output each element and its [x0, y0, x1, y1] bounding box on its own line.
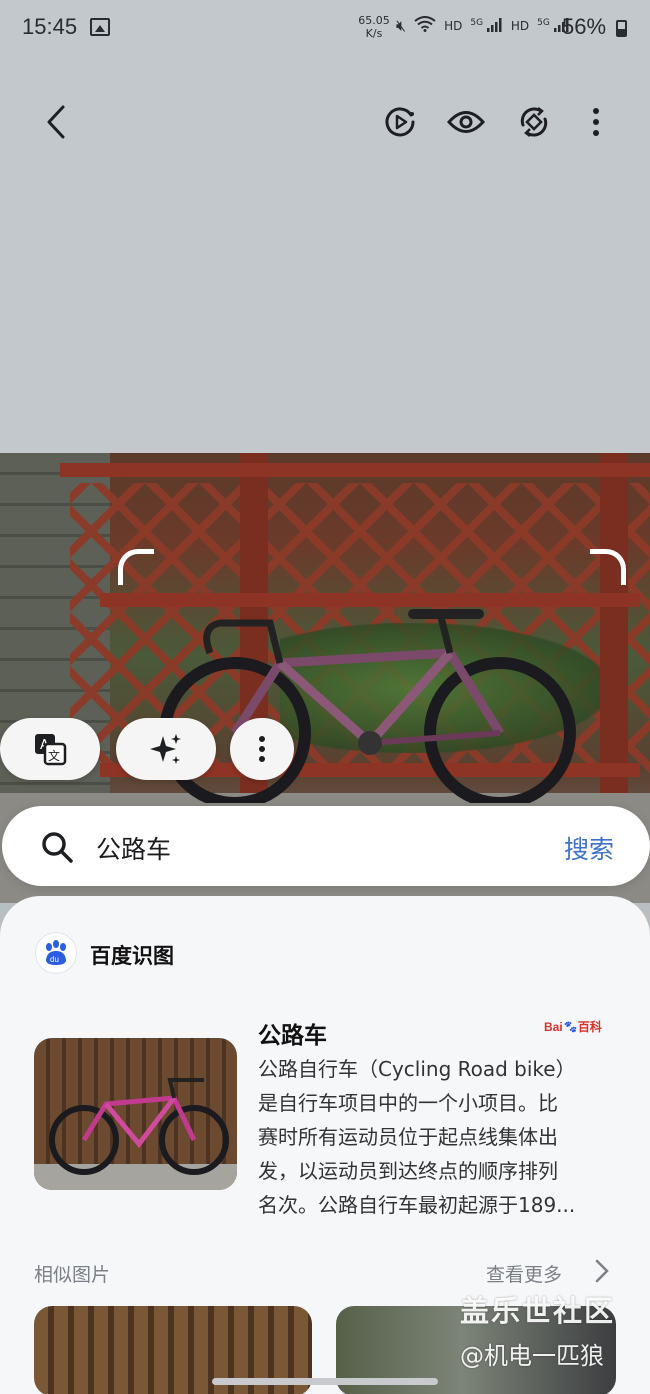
search-bar[interactable]: 公路车 搜索	[2, 806, 650, 886]
hd-label-1: HD	[444, 19, 463, 33]
signal-5g-label-2: 5G	[537, 17, 550, 28]
network-speed-unit: K/s	[365, 27, 383, 40]
status-bar: 15:45 65.05 K/s 🔇︎ HD 5G HD 5G 56%	[0, 0, 650, 58]
battery-icon	[616, 20, 627, 37]
watermark: 盖乐世社区 @机电一匹狼	[460, 1288, 615, 1371]
result-description[interactable]: 公路自行车（Cycling Road bike） 是自行车项目中的一个小项目。比…	[258, 1052, 614, 1222]
translate-icon: A文	[35, 734, 67, 766]
search-input[interactable]: 公路车	[96, 830, 171, 866]
back-icon	[47, 105, 65, 139]
similar-images-label: 相似图片	[34, 1264, 111, 1286]
baike-badge: Bai🐾︎百科	[544, 1018, 602, 1035]
motion-photo-icon	[385, 107, 415, 137]
more-vert-icon	[259, 736, 265, 762]
search-button[interactable]: 搜索	[564, 830, 614, 866]
description-line: 赛时所有运动员位于起点线集体出	[258, 1125, 558, 1149]
svg-text:文: 文	[48, 748, 60, 763]
baike-brand: Bai	[544, 1020, 563, 1034]
mute-icon: 🔇︎	[396, 16, 407, 35]
rotate-button[interactable]	[514, 102, 554, 142]
search-icon	[42, 832, 73, 863]
result-thumbnail[interactable]	[34, 1038, 237, 1190]
chevron-right-icon[interactable]	[592, 1258, 612, 1284]
see-more-link[interactable]: 查看更多	[486, 1260, 562, 1287]
signal-5g-label-1: 5G	[470, 17, 484, 28]
network-speed-value: 65.05	[358, 14, 390, 27]
gallery-notification-icon	[90, 18, 110, 36]
result-title[interactable]: 公路车	[258, 1016, 327, 1050]
description-line: 公路自行车（Cycling Road bike）	[258, 1057, 576, 1081]
crop-corner-top-left[interactable]	[118, 549, 154, 585]
network-speed: 65.05 K/s	[356, 14, 392, 40]
signal-5g-icon-1: 5G	[470, 17, 503, 35]
ai-assist-button[interactable]	[116, 718, 216, 780]
description-line: 名次。公路自行车最初起源于189...	[258, 1193, 576, 1217]
more-options-button[interactable]	[576, 102, 616, 142]
translate-button[interactable]: A文	[0, 718, 100, 780]
pill-more-button[interactable]	[230, 718, 294, 780]
motion-photo-button[interactable]	[380, 102, 420, 142]
crop-corner-top-right[interactable]	[590, 549, 626, 585]
sparkle-icon	[150, 734, 181, 764]
view-button[interactable]	[446, 102, 486, 142]
status-icons: 🔇︎ HD 5G HD 5G	[396, 16, 570, 36]
description-line: 是自行车项目中的一个小项目。比	[258, 1091, 558, 1115]
baidu-logo-icon: du	[35, 932, 77, 974]
baike-text: 百科	[577, 1020, 602, 1034]
back-button[interactable]	[36, 102, 76, 142]
bicycle-image	[159, 609, 576, 803]
thumbnail-bicycle	[49, 1078, 229, 1175]
battery-percent: 56%	[562, 14, 607, 39]
photo-rail	[60, 463, 650, 477]
baike-paw-icon: 🐾︎	[562, 1020, 578, 1034]
status-time: 15:45	[22, 14, 78, 39]
source-name: 百度识图	[90, 944, 174, 968]
more-vert-icon	[593, 108, 599, 136]
svg-text:du: du	[50, 955, 59, 964]
eye-icon	[447, 111, 485, 133]
description-line: 发，以运动员到达终点的顺序排列	[258, 1159, 558, 1183]
watermark-line-2: @机电一匹狼	[460, 1342, 604, 1370]
photo-post	[600, 453, 628, 813]
home-indicator[interactable]	[212, 1378, 438, 1385]
wifi-icon	[414, 16, 436, 36]
watermark-line-1: 盖乐世社区	[460, 1294, 616, 1328]
rotate-icon	[520, 107, 548, 137]
hd-label-2: HD	[510, 19, 530, 33]
